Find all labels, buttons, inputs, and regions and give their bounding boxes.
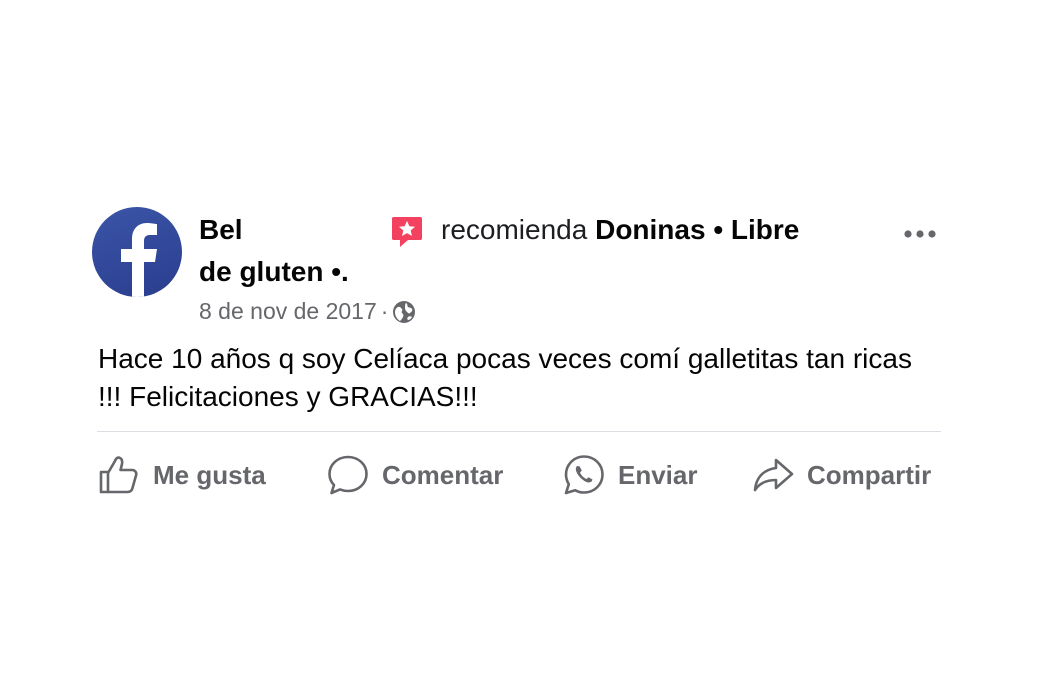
globe-icon — [393, 301, 416, 323]
share-label: Compartir — [807, 459, 932, 490]
meta-separator: · — [380, 298, 389, 324]
author-name-continued[interactable]: de gluten •. — [199, 254, 349, 290]
recommendation-text: recomienda Doninas • Libre — [441, 212, 799, 248]
thumbs-up-icon — [99, 456, 138, 494]
share-button[interactable]: Compartir — [751, 448, 931, 502]
more-options-icon[interactable] — [900, 222, 940, 246]
author-suffix: •. — [331, 256, 349, 287]
post-date[interactable]: 8 de nov de 2017 — [199, 298, 377, 324]
share-arrow-icon — [753, 458, 794, 492]
author-name-second[interactable]: de gluten — [199, 256, 323, 287]
post-meta: 8 de nov de 2017 · — [199, 296, 416, 326]
recommended-page-link[interactable]: Doninas • Libre — [595, 214, 799, 245]
author-name-first[interactable]: Bel — [199, 214, 243, 245]
send-label: Enviar — [618, 459, 698, 490]
author-avatar[interactable] — [92, 207, 182, 297]
recommend-verb: recomienda — [441, 214, 588, 245]
author-name[interactable]: Bel — [199, 212, 243, 248]
comment-button[interactable]: Comentar — [326, 448, 503, 502]
like-button[interactable]: Me gusta — [97, 448, 266, 502]
recommend-star-icon — [392, 217, 422, 247]
send-button[interactable]: Enviar — [562, 448, 698, 502]
post-actions: Me gusta Comentar Enviar Compartir — [0, 448, 1038, 502]
comment-label: Comentar — [382, 459, 504, 490]
actions-divider — [97, 431, 941, 432]
facebook-logo-icon — [121, 223, 157, 297]
whatsapp-icon — [564, 455, 604, 495]
like-label: Me gusta — [153, 459, 266, 490]
post-text: Hace 10 años q soy Celíaca pocas veces c… — [98, 343, 912, 412]
review-post: Bel recomienda Doninas • Libre de gluten… — [0, 0, 1038, 700]
comment-bubble-icon — [328, 455, 368, 495]
